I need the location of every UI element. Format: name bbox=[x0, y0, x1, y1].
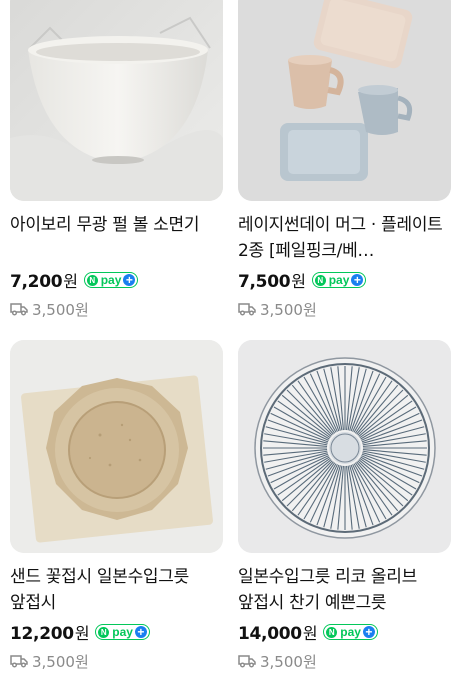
price-row: 7,500원 N pay + bbox=[238, 267, 452, 293]
naver-n-icon: N bbox=[98, 626, 110, 638]
truck-icon bbox=[238, 655, 256, 668]
product-title[interactable]: 샌드 꽃접시 일본수입그릇 앞접시 bbox=[10, 564, 224, 616]
truck-icon bbox=[10, 655, 28, 668]
product-image-sand-flower-plate[interactable] bbox=[10, 340, 223, 553]
npay-badge: N pay + bbox=[95, 624, 150, 640]
product-price: 14,000원 bbox=[238, 624, 318, 644]
naver-n-icon: N bbox=[326, 626, 338, 638]
price-row: 7,200원 N pay + bbox=[10, 267, 224, 293]
plus-icon: + bbox=[123, 274, 136, 286]
naver-n-icon: N bbox=[86, 274, 98, 286]
product-title[interactable]: 아이보리 무광 펄 볼 소면기 bbox=[10, 212, 224, 264]
product-card[interactable]: 샌드 꽃접시 일본수입그릇 앞접시 12,200원 N pay + 3,500원 bbox=[10, 340, 224, 673]
price-row: 14,000원 N pay + bbox=[238, 619, 452, 645]
product-card[interactable]: 아이보리 무광 펄 볼 소면기 7,200원 N pay + 3,500원 bbox=[10, 0, 224, 321]
naver-n-icon: N bbox=[314, 274, 326, 286]
product-price: 7,500원 bbox=[238, 272, 306, 292]
npay-badge: N pay + bbox=[323, 624, 378, 640]
product-card[interactable]: 레이지썬데이 머그 · 플레이트 2종 [페일핑크/베… 7,500원 N pa… bbox=[238, 0, 452, 321]
plus-icon: + bbox=[134, 626, 147, 638]
product-image-white-bowl[interactable] bbox=[10, 0, 223, 201]
product-title[interactable]: 레이지썬데이 머그 · 플레이트 2종 [페일핑크/베… bbox=[238, 212, 452, 264]
shipping-fee: 3,500원 bbox=[238, 297, 452, 321]
truck-icon bbox=[238, 303, 256, 316]
product-price: 7,200원 bbox=[10, 272, 78, 292]
truck-icon bbox=[10, 303, 28, 316]
product-card[interactable]: 일본수입그릇 리코 올리브 앞접시 찬기 예쁜그릇 14,000원 N pay … bbox=[238, 340, 452, 673]
product-image-striped-plate[interactable] bbox=[238, 340, 451, 553]
product-title[interactable]: 일본수입그릇 리코 올리브 앞접시 찬기 예쁜그릇 bbox=[238, 564, 452, 616]
plus-icon: + bbox=[362, 626, 375, 638]
npay-badge: N pay + bbox=[83, 272, 139, 288]
npay-badge: N pay + bbox=[311, 272, 367, 288]
product-price: 12,200원 bbox=[10, 624, 90, 644]
product-image-mugs-plates[interactable] bbox=[238, 0, 451, 201]
shipping-fee: 3,500원 bbox=[10, 297, 224, 321]
shipping-fee: 3,500원 bbox=[238, 649, 452, 673]
shipping-fee: 3,500원 bbox=[10, 649, 224, 673]
plus-icon: + bbox=[351, 274, 364, 286]
price-row: 12,200원 N pay + bbox=[10, 619, 224, 645]
